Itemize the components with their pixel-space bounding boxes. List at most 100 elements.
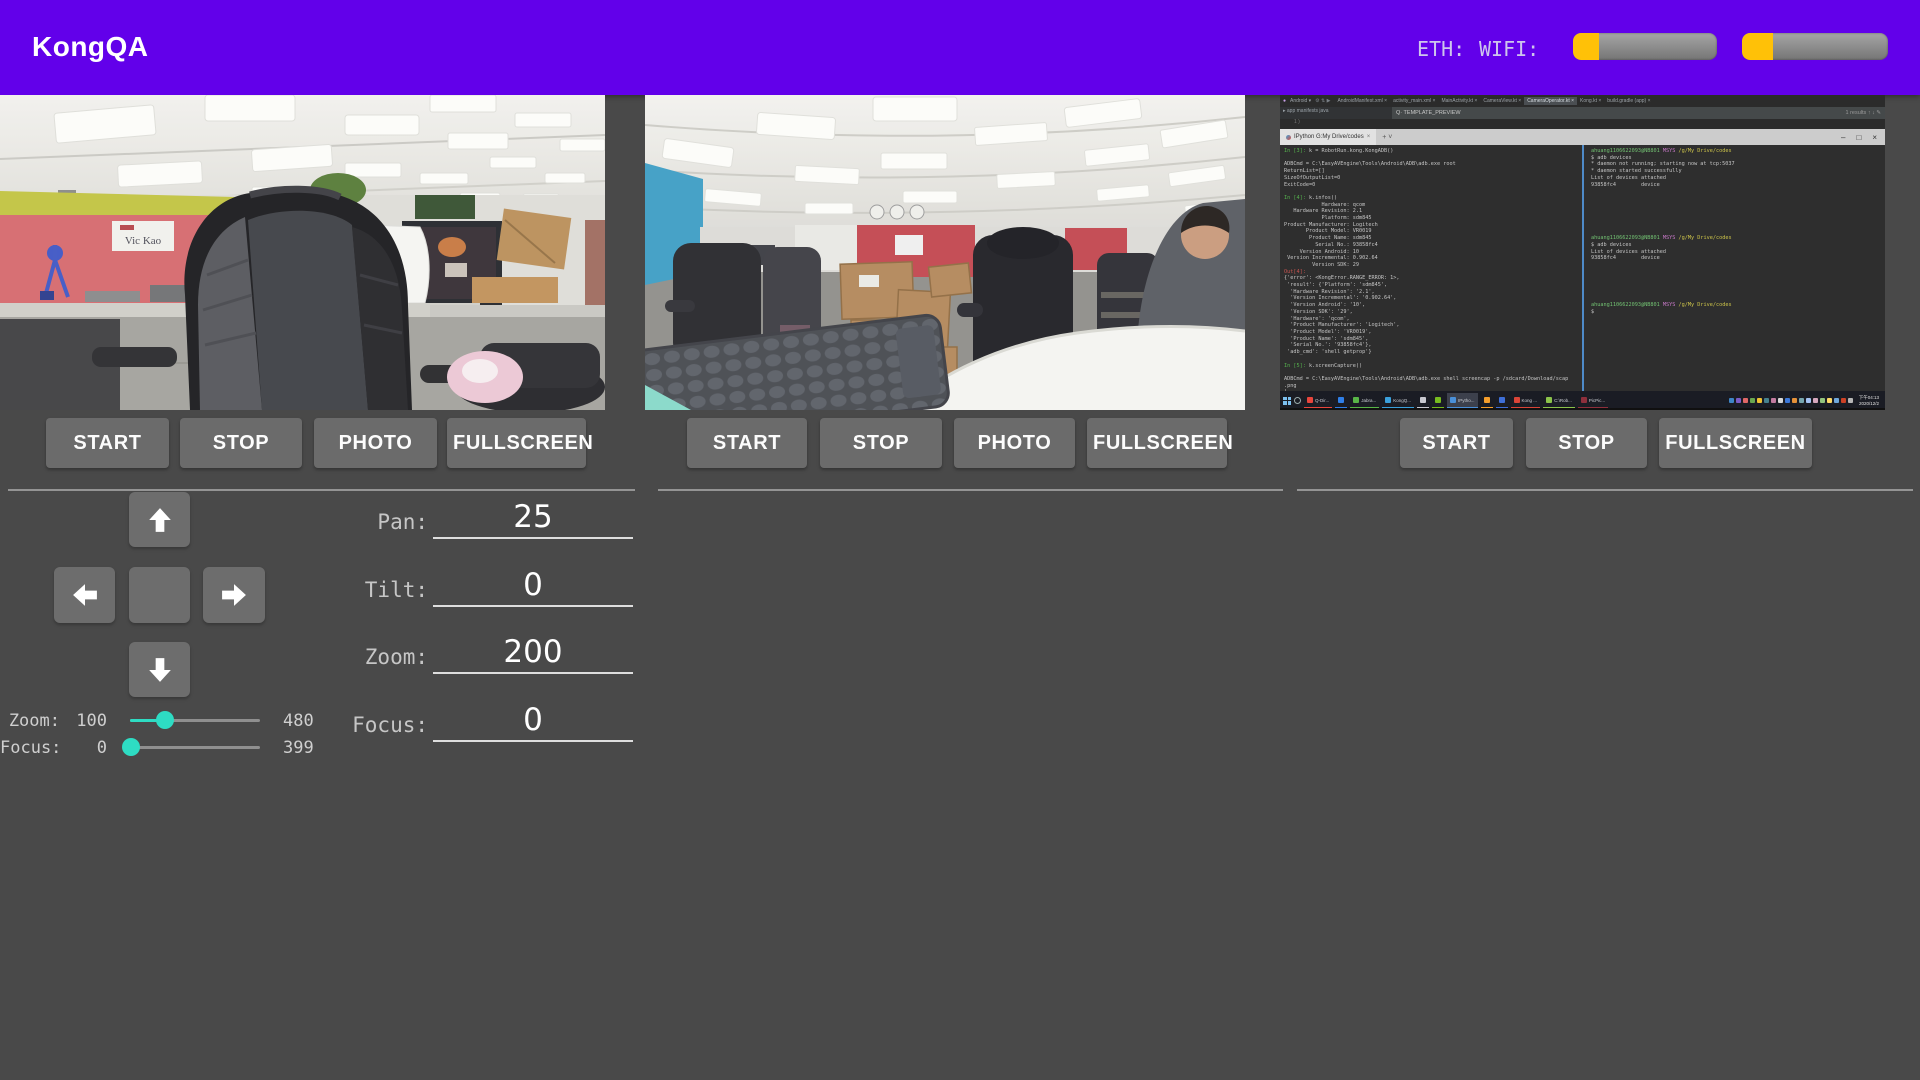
console-line — [1591, 289, 1885, 296]
focus-slider-value: 0 — [57, 738, 107, 758]
tilt-field-input[interactable] — [433, 565, 633, 607]
console-line: Hardware Revision: 2.1 — [1284, 208, 1582, 215]
screen-taskbar-app-button — [1432, 393, 1444, 408]
ptz-left-button[interactable] — [54, 567, 115, 623]
zoom-slider-thumb[interactable] — [156, 711, 174, 729]
console-line — [1284, 188, 1582, 195]
screen-ide-tabbar: ● Android ▾ ⚙ ⇅ ▶ AndroidManifest.xml ×a… — [1280, 95, 1885, 107]
console-line: Product Name: sdm845 — [1284, 235, 1582, 242]
console-line: 'adb_cmd': 'shell getprop'} — [1284, 349, 1582, 356]
screen-taskbar-app-button: IPytho... — [1447, 393, 1478, 408]
screen-taskbar-search-icon — [1294, 397, 1301, 404]
console-line — [1591, 195, 1885, 202]
camera-1-fullscreen-button[interactable]: FULLSCREEN — [447, 418, 586, 468]
screen-taskbar-clock: 下午04:132020/12/2 — [1856, 395, 1882, 406]
console-line: Version Incremental: 0.902.64 — [1284, 255, 1582, 262]
screen-taskbar-app-button — [1335, 393, 1347, 408]
console-line: 'result': {'Platform': 'sdm845', — [1284, 282, 1582, 289]
app-header: KongQA ETH: WIFI: — [0, 0, 1920, 95]
screen-tab-plus: + ˅ — [1382, 134, 1392, 141]
screen-ide-strip: ● Android ▾ ⚙ ⇅ ▶ AndroidManifest.xml ×a… — [1280, 95, 1885, 129]
console-line: $ adb devices — [1591, 242, 1885, 249]
screen-taskbar-app-icon — [1435, 397, 1441, 403]
ptz-down-button[interactable] — [129, 642, 190, 697]
camera-1-photo-button[interactable]: PHOTO — [314, 418, 437, 468]
screen-ide-search-results: 1 results ↑ ↓ ✎ — [1846, 110, 1881, 116]
console-line: ahuang1106622093@NB801 MSYS /g/My Drive/… — [1591, 148, 1885, 155]
camera-2-photo-button[interactable]: PHOTO — [954, 418, 1075, 468]
focus-slider-thumb[interactable] — [122, 738, 140, 756]
console-line: Serial No.: 93858fc4 — [1284, 242, 1582, 249]
focus-slider-max: 399 — [283, 738, 314, 758]
pan-field-input[interactable] — [433, 497, 633, 539]
console-line: $ adb devices — [1591, 155, 1885, 162]
screen-bottom-edge — [1280, 408, 1885, 410]
screen-ide-search-bar: Q· TEMPLATE_PREVIEW 1 results ↑ ↓ ✎ — [1392, 107, 1885, 119]
arrow-right-icon — [221, 580, 247, 610]
screen-window-control-icon: × — [1872, 133, 1877, 142]
camera-3-video: ● Android ▾ ⚙ ⇅ ▶ AndroidManifest.xml ×a… — [1280, 95, 1885, 410]
pan-field-label: Pan: — [298, 510, 428, 534]
screen-ide-tab: Kong.kt × — [1577, 97, 1604, 105]
screen-taskbar-app-icon — [1546, 397, 1552, 403]
screen-taskbar-app-icon — [1450, 397, 1456, 403]
console-line: Hardware: qcom — [1284, 202, 1582, 209]
screen-taskbar-app-icon — [1581, 397, 1587, 403]
console-line: ExitCode=0 — [1284, 182, 1582, 189]
screen-tray-icon — [1820, 398, 1825, 403]
camera-3-start-button[interactable]: START — [1400, 418, 1513, 468]
camera-3-fullscreen-button[interactable]: FULLSCREEN — [1659, 418, 1812, 468]
screen-taskbar-app-button — [1496, 393, 1508, 408]
console-line: SizeOfOutputList=0 — [1284, 175, 1582, 182]
screen-taskbar-app-button — [1417, 393, 1429, 408]
camera-1-frame: Vic Kao — [0, 95, 605, 410]
screen-taskbar-app-icon — [1484, 397, 1490, 403]
screen-windows-start-icon — [1283, 397, 1291, 405]
ptz-up-button[interactable] — [129, 492, 190, 547]
screen-ide-tab: MainActivity.kt × — [1438, 97, 1480, 105]
console-line: ADBCmd = C:\EasyAVEngine\Tools\Android\A… — [1284, 376, 1582, 383]
console-line — [1591, 295, 1885, 302]
camera-2-fullscreen-button[interactable]: FULLSCREEN — [1087, 418, 1227, 468]
screen-ide-search-text: Q· TEMPLATE_PREVIEW — [1396, 110, 1461, 116]
screen-taskbar-app-icon — [1499, 397, 1505, 403]
screen-window-controls: –□× — [1841, 133, 1885, 142]
console-line — [1591, 215, 1885, 222]
zoom-field-label: Zoom: — [298, 645, 428, 669]
console-line — [1591, 222, 1885, 229]
console-line — [1591, 202, 1885, 209]
camera-2-stop-button[interactable]: STOP — [820, 418, 942, 468]
screen-ide-tab: CameraOperator.kt × — [1524, 97, 1577, 105]
camera-1-stop-button[interactable]: STOP — [180, 418, 302, 468]
screen-taskbar-app-button: KongQ... — [1382, 393, 1414, 408]
console-line: Product Manufacturer: Logitech — [1284, 222, 1582, 229]
screen-window-titlebar: IPython G:My Drive/codes × + ˅ –□× — [1280, 129, 1885, 145]
wifi-label: WIFI: — [1479, 37, 1539, 61]
console-line: Platform: sdm845 — [1284, 215, 1582, 222]
wifi-signal-bar — [1742, 33, 1888, 60]
focus-field-label: Focus: — [298, 713, 428, 737]
focus-field-input[interactable] — [433, 700, 633, 742]
ptz-right-button[interactable] — [203, 567, 265, 623]
console-line: ReturnList=[] — [1284, 168, 1582, 175]
screen-tray-icon — [1736, 398, 1741, 403]
screen-tray-icon — [1743, 398, 1748, 403]
ptz-home-button[interactable] — [129, 567, 190, 623]
zoom-field-input[interactable] — [433, 632, 633, 674]
arrow-down-icon — [145, 657, 175, 683]
screen-taskbar-app-button: Kong ... — [1511, 393, 1541, 408]
screen-taskbar-tray — [1729, 398, 1853, 403]
screen-tray-icon — [1813, 398, 1818, 403]
eth-signal-fill — [1573, 33, 1599, 60]
camera-2-start-button[interactable]: START — [687, 418, 807, 468]
camera-3-stop-button[interactable]: STOP — [1526, 418, 1647, 468]
focus-slider-track[interactable] — [130, 746, 260, 749]
screen-window-tab: IPython G:My Drive/codes × — [1280, 129, 1376, 145]
console-line: 'Version Android': '10', — [1284, 302, 1582, 309]
screen-ide-tab: CameraView.kt × — [1480, 97, 1524, 105]
console-line: Product Model: VR0019 — [1284, 228, 1582, 235]
console-line: In [4]: k.infos() — [1284, 195, 1582, 202]
tilt-field-label: Tilt: — [298, 578, 428, 602]
screen-taskbar-app-icon — [1420, 397, 1426, 403]
camera-1-start-button[interactable]: START — [46, 418, 169, 468]
